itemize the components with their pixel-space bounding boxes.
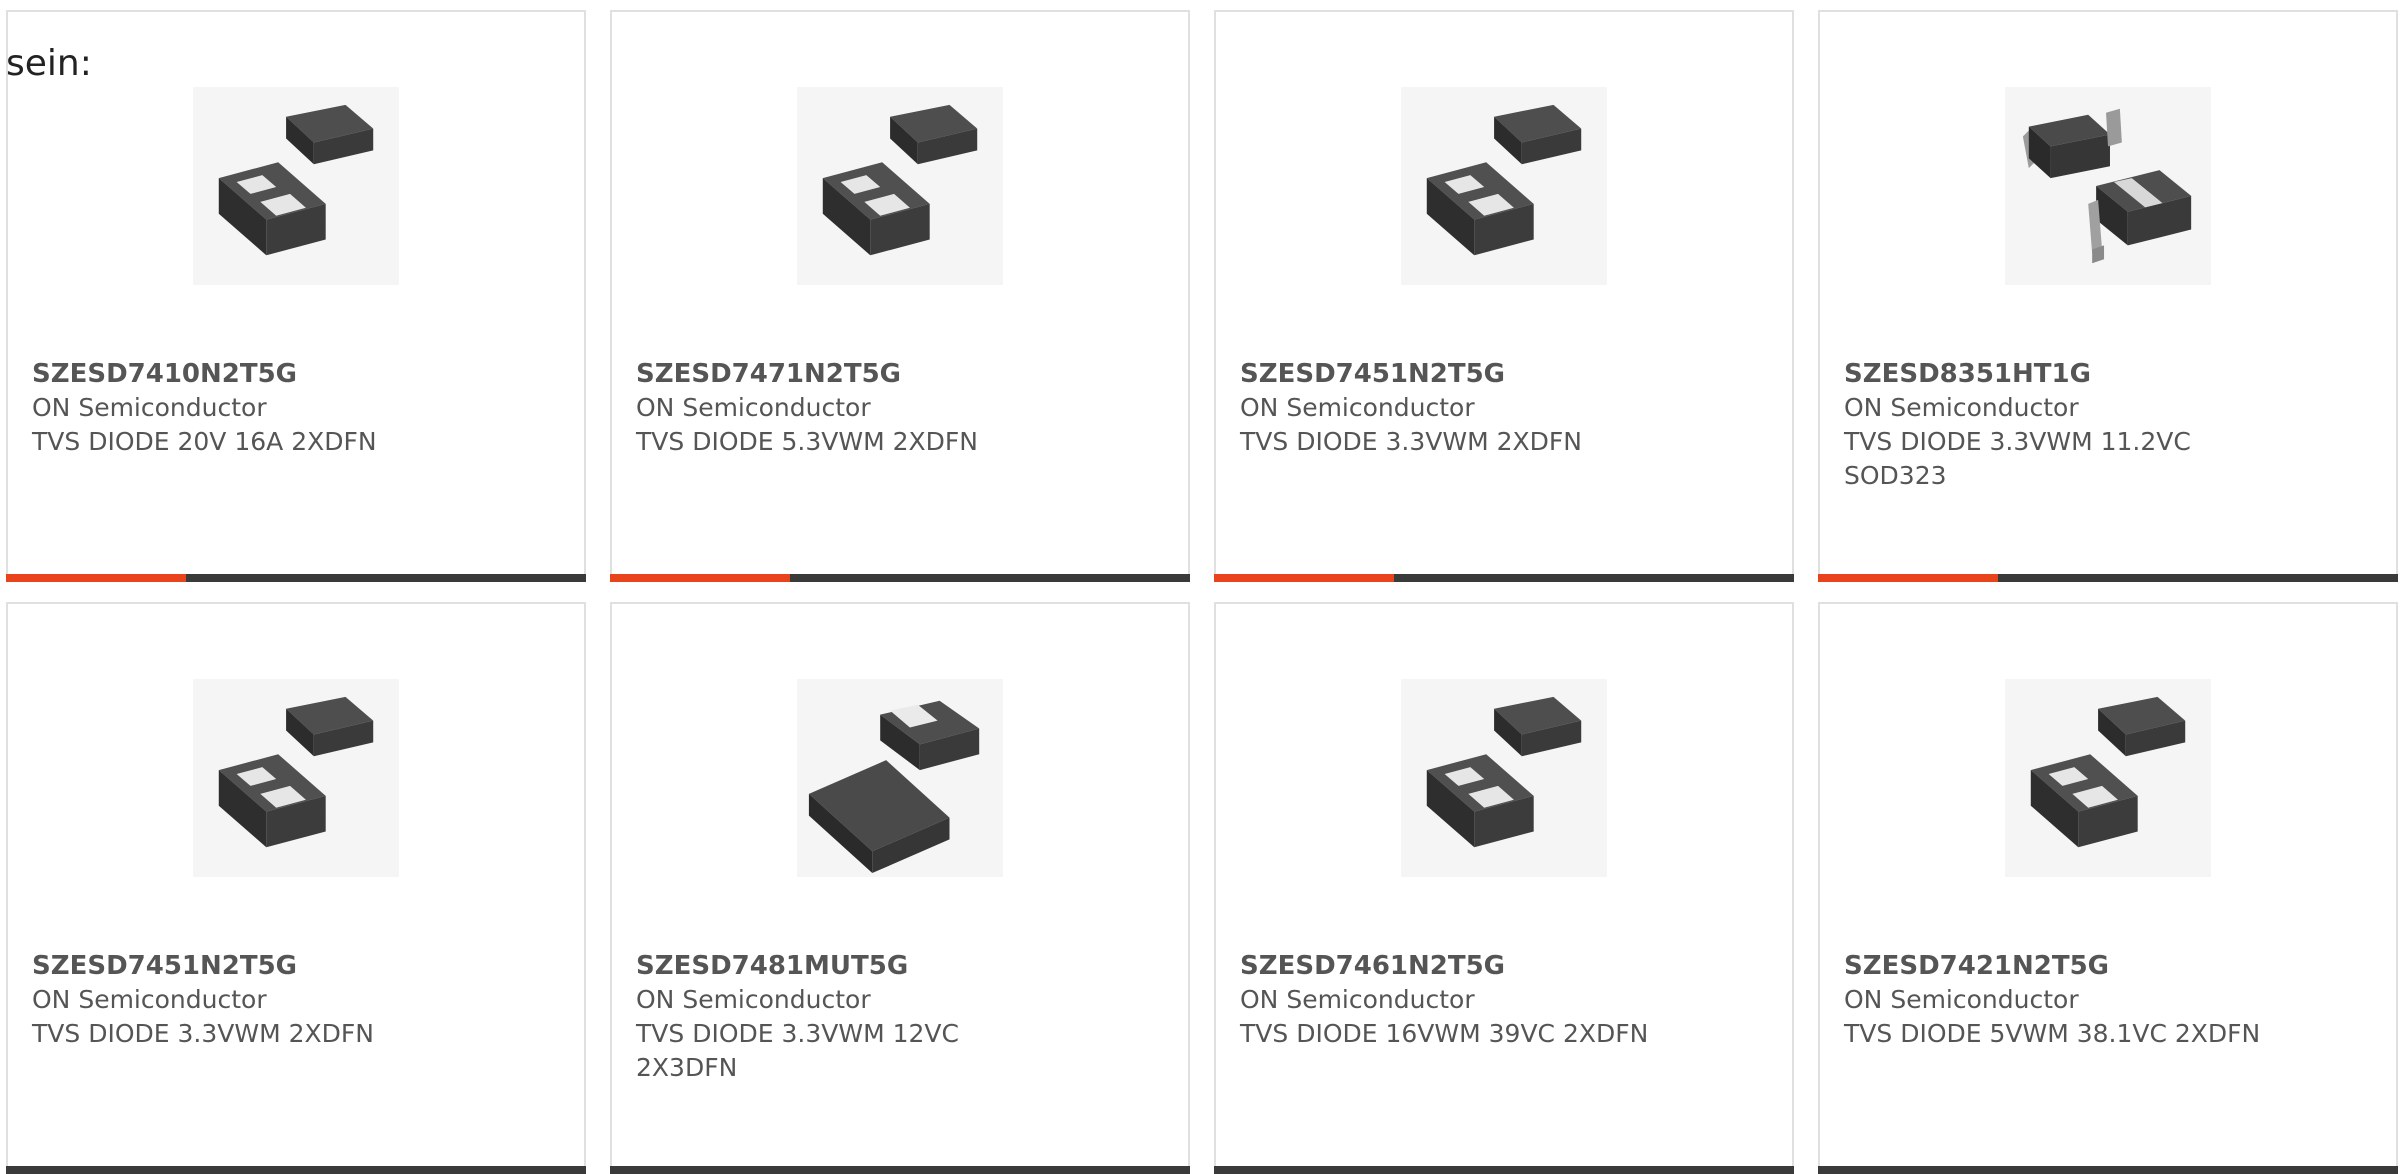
part-number-link[interactable]: SZESD7471N2T5G xyxy=(636,357,1056,391)
part-number-link[interactable]: SZESD8351HT1G xyxy=(1844,357,2264,391)
product-info: SZESD8351HT1G ON Semiconductor TVS DIODE… xyxy=(1844,357,2264,493)
intro-text: sein: xyxy=(6,43,92,84)
product-info: SZESD7421N2T5G ON Semiconductor TVS DIOD… xyxy=(1844,949,2264,1051)
manufacturer: ON Semiconductor xyxy=(1240,393,1475,422)
part-number-link[interactable]: SZESD7451N2T5G xyxy=(32,949,452,983)
product-info: SZESD7451N2T5G ON Semiconductor TVS DIOD… xyxy=(32,949,452,1051)
product-card[interactable]: SZESD7481MUT5G ON Semiconductor TVS DIOD… xyxy=(610,602,1190,1174)
manufacturer: ON Semiconductor xyxy=(32,393,267,422)
part-number-link[interactable]: SZESD7451N2T5G xyxy=(1240,357,1660,391)
manufacturer: ON Semiconductor xyxy=(1844,985,2079,1014)
product-info: SZESD7471N2T5G ON Semiconductor TVS DIOD… xyxy=(636,357,1056,459)
card-bottom-bar xyxy=(1818,574,2398,582)
dfn-two-chip-icon[interactable] xyxy=(1401,87,1607,285)
product-card[interactable]: SZESD7451N2T5G ON Semiconductor TVS DIOD… xyxy=(6,602,586,1174)
product-card[interactable]: SZESD7410N2T5G ON Semiconductor TVS DIOD… xyxy=(6,10,586,582)
product-card[interactable]: SZESD7461N2T5G ON Semiconductor TVS DIOD… xyxy=(1214,602,1794,1174)
description: TVS DIODE 5.3VWM 2XDFN xyxy=(636,427,978,456)
product-info: SZESD7451N2T5G ON Semiconductor TVS DIOD… xyxy=(1240,357,1660,459)
description: TVS DIODE 20V 16A 2XDFN xyxy=(32,427,377,456)
bar-accent xyxy=(6,574,186,582)
manufacturer: ON Semiconductor xyxy=(1240,985,1475,1014)
product-card[interactable]: SZESD7471N2T5G ON Semiconductor TVS DIOD… xyxy=(610,10,1190,582)
card-bottom-bar xyxy=(1214,1166,1794,1174)
dfn-two-chip-icon[interactable] xyxy=(797,87,1003,285)
card-bottom-bar xyxy=(610,1166,1190,1174)
card-bottom-bar xyxy=(6,574,586,582)
product-card[interactable]: SZESD7451N2T5G ON Semiconductor TVS DIOD… xyxy=(1214,10,1794,582)
part-number-link[interactable]: SZESD7461N2T5G xyxy=(1240,949,1660,983)
description: TVS DIODE 3.3VWM 12VC 2X3DFN xyxy=(636,1019,959,1082)
description: TVS DIODE 3.3VWM 11.2VC SOD323 xyxy=(1844,427,2191,490)
part-number-link[interactable]: SZESD7421N2T5G xyxy=(1844,949,2264,983)
part-number-link[interactable]: SZESD7410N2T5G xyxy=(32,357,452,391)
dfn-two-chip-icon[interactable] xyxy=(193,87,399,285)
product-info: SZESD7410N2T5G ON Semiconductor TVS DIOD… xyxy=(32,357,452,459)
sod323-chip-icon[interactable] xyxy=(2005,87,2211,285)
description: TVS DIODE 3.3VWM 2XDFN xyxy=(32,1019,374,1048)
dfn-two-chip-icon[interactable] xyxy=(2005,679,2211,877)
description: TVS DIODE 16VWM 39VC 2XDFN xyxy=(1240,1019,1649,1048)
card-bottom-bar xyxy=(610,574,1190,582)
bar-accent xyxy=(1818,574,1998,582)
description: TVS DIODE 3.3VWM 2XDFN xyxy=(1240,427,1582,456)
card-bottom-bar xyxy=(6,1166,586,1174)
product-card[interactable]: SZESD7421N2T5G ON Semiconductor TVS DIOD… xyxy=(1818,602,2398,1174)
dfn-large-chip-icon[interactable] xyxy=(797,679,1003,877)
bar-accent xyxy=(1214,574,1394,582)
manufacturer: ON Semiconductor xyxy=(636,985,871,1014)
dfn-two-chip-icon[interactable] xyxy=(1401,679,1607,877)
part-number-link[interactable]: SZESD7481MUT5G xyxy=(636,949,1056,983)
product-info: SZESD7481MUT5G ON Semiconductor TVS DIOD… xyxy=(636,949,1056,1085)
manufacturer: ON Semiconductor xyxy=(32,985,267,1014)
dfn-two-chip-icon[interactable] xyxy=(193,679,399,877)
manufacturer: ON Semiconductor xyxy=(636,393,871,422)
product-card[interactable]: SZESD8351HT1G ON Semiconductor TVS DIODE… xyxy=(1818,10,2398,582)
bar-accent xyxy=(610,574,790,582)
product-info: SZESD7461N2T5G ON Semiconductor TVS DIOD… xyxy=(1240,949,1660,1051)
manufacturer: ON Semiconductor xyxy=(1844,393,2079,422)
product-grid: SZESD7410N2T5G ON Semiconductor TVS DIOD… xyxy=(6,10,2398,1174)
card-bottom-bar xyxy=(1214,574,1794,582)
card-bottom-bar xyxy=(1818,1166,2398,1174)
description: TVS DIODE 5VWM 38.1VC 2XDFN xyxy=(1844,1019,2261,1048)
